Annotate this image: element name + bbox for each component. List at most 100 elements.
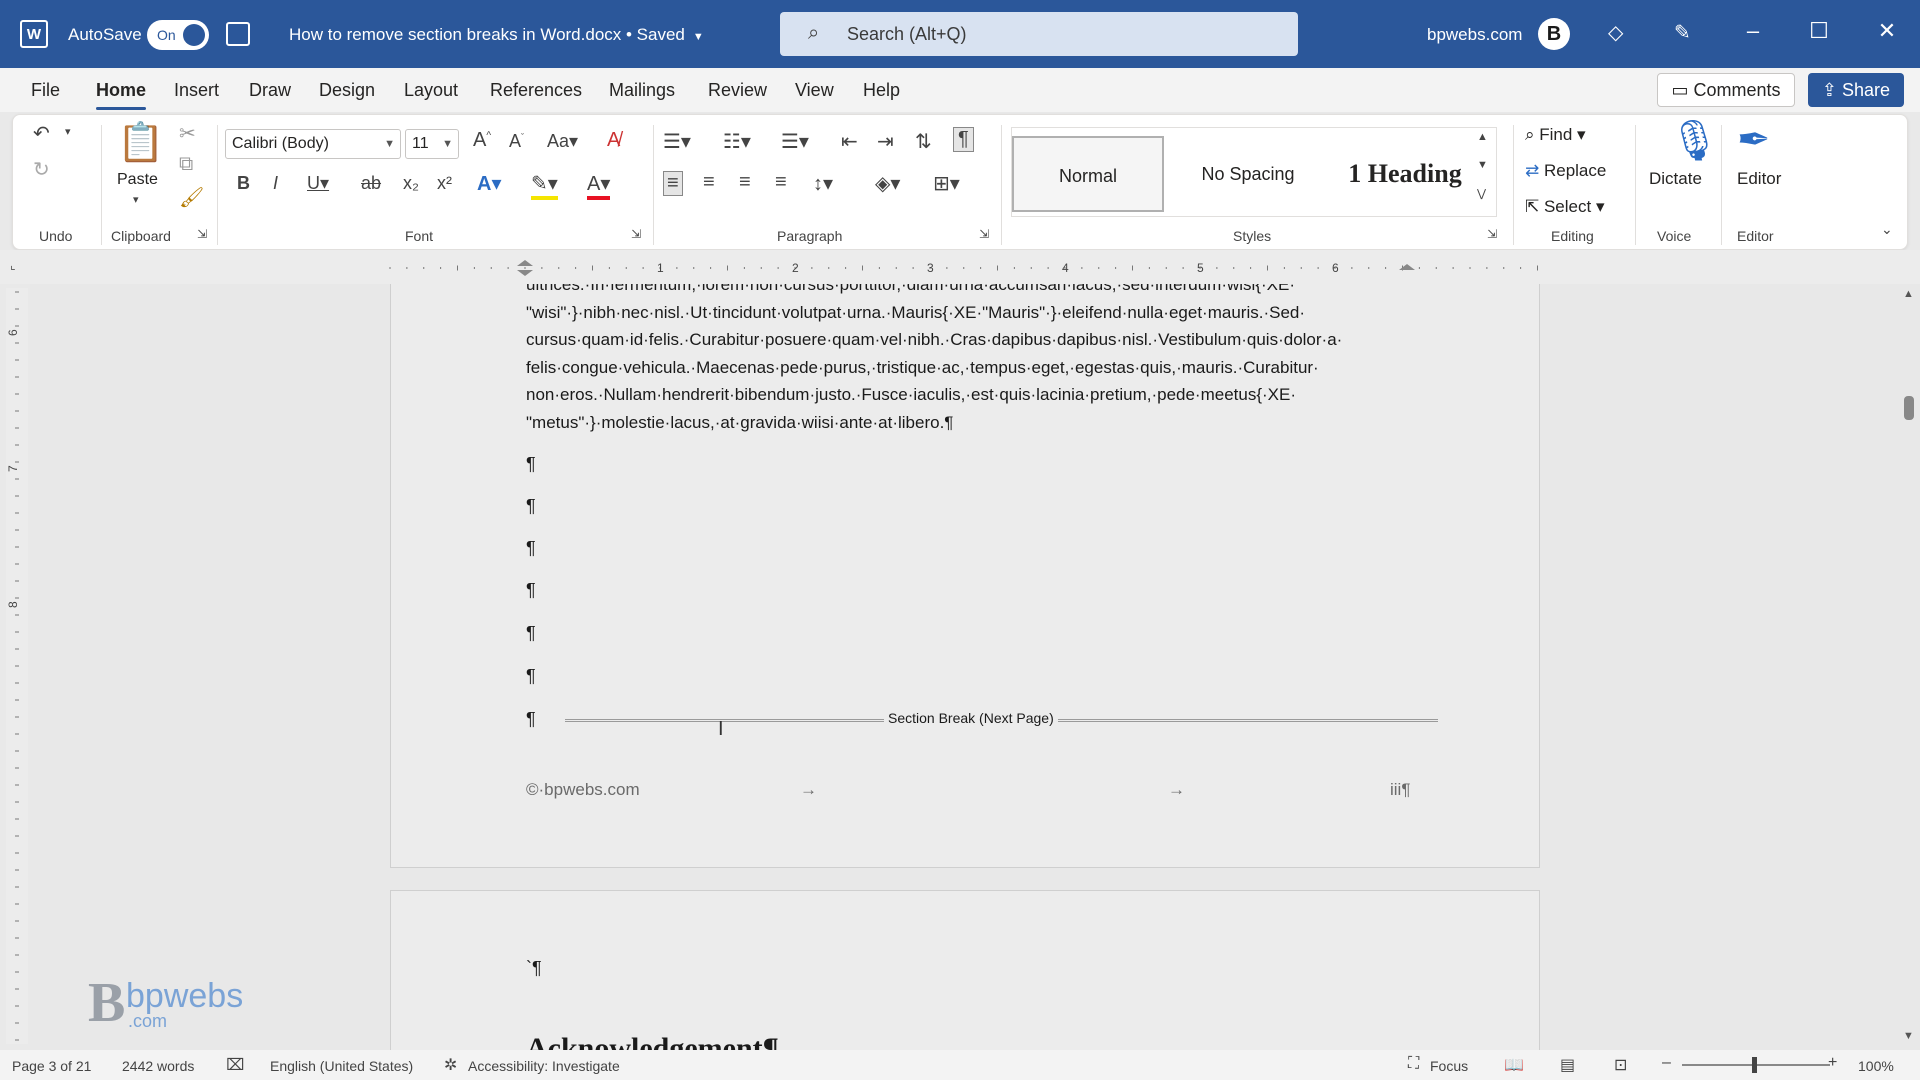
web-layout-icon[interactable]: ⊡ — [1614, 1055, 1627, 1075]
tab-insert[interactable]: Insert — [174, 80, 219, 101]
print-layout-icon[interactable]: ▤ — [1560, 1055, 1575, 1075]
grow-font-icon[interactable]: A^ — [473, 129, 491, 152]
shrink-font-icon[interactable]: Aˇ — [509, 131, 524, 152]
word-count[interactable]: 2442 words — [122, 1058, 194, 1074]
paragraph-mark[interactable]: ¶ — [526, 666, 536, 687]
clipboard-launcher-icon[interactable]: ⇲ — [197, 227, 207, 241]
zoom-out-icon[interactable]: – — [1662, 1054, 1671, 1072]
decrease-indent-icon[interactable]: ⇤ — [841, 129, 858, 154]
paragraph-mark[interactable]: ¶ — [526, 623, 536, 644]
underline-icon[interactable]: U▾ — [307, 173, 329, 194]
style-heading-1[interactable]: 1 Heading — [1330, 136, 1480, 212]
styles-more-icon[interactable]: ⋁ — [1477, 187, 1486, 200]
page-count[interactable]: Page 3 of 21 — [12, 1058, 91, 1074]
borders-icon[interactable]: ⊞▾ — [933, 171, 960, 196]
footer-left[interactable]: ©·bpwebs.com — [526, 780, 640, 800]
vertical-ruler[interactable]: 6 7 8 — [6, 288, 28, 1044]
diamond-icon[interactable]: ◇ — [1608, 20, 1623, 45]
pen-icon[interactable]: ✎ — [1674, 20, 1691, 45]
tab-mailings[interactable]: Mailings — [609, 80, 675, 101]
paragraph-mark[interactable]: `¶ — [526, 958, 542, 979]
redo-icon[interactable]: ↻ — [33, 157, 50, 182]
zoom-slider-thumb[interactable] — [1752, 1057, 1757, 1073]
zoom-level[interactable]: 100% — [1858, 1058, 1894, 1074]
subscript-icon[interactable]: x₂ — [403, 173, 419, 194]
comments-button[interactable]: ▭ Comments — [1657, 73, 1795, 107]
avatar[interactable]: B — [1538, 18, 1570, 50]
language[interactable]: English (United States) — [270, 1058, 413, 1074]
proofing-icon[interactable]: ⌧ — [226, 1055, 244, 1075]
editor-pen-icon[interactable]: ✒ — [1737, 117, 1771, 163]
paragraph-mark[interactable]: ¶ — [526, 538, 536, 559]
shading-icon[interactable]: ◈▾ — [875, 171, 900, 196]
replace-button[interactable]: ⇄ Replace — [1525, 161, 1606, 181]
styles-launcher-icon[interactable]: ⇲ — [1487, 227, 1497, 241]
share-button[interactable]: ⇪ Share — [1808, 73, 1904, 107]
style-no-spacing[interactable]: No Spacing — [1172, 136, 1324, 212]
horizontal-ruler[interactable]: 1 2 3 4 5 6 — [385, 260, 1540, 276]
align-center-icon[interactable]: ≡ — [703, 171, 715, 194]
highlight-icon[interactable]: ✎▾ — [531, 171, 558, 200]
styles-scroll-up-icon[interactable]: ▲ — [1477, 131, 1488, 143]
undo-dropdown-icon[interactable]: ▾ — [65, 125, 71, 138]
tab-help[interactable]: Help — [863, 80, 900, 101]
document-canvas[interactable]: ultrices.·In·fermentum,·lorem·non·cursus… — [30, 284, 1900, 1050]
bold-icon[interactable]: B — [237, 173, 250, 194]
tab-review[interactable]: Review — [708, 80, 767, 101]
zoom-slider[interactable] — [1682, 1057, 1830, 1073]
scroll-down-icon[interactable]: ▼ — [1903, 1030, 1914, 1042]
format-painter-icon[interactable]: 🖌 — [179, 185, 204, 210]
dictate-label[interactable]: Dictate — [1649, 169, 1702, 189]
paste-dropdown-icon[interactable]: ▾ — [133, 193, 139, 206]
styles-scroll-down-icon[interactable]: ▼ — [1477, 159, 1488, 171]
read-mode-icon[interactable]: 📖 — [1504, 1055, 1524, 1075]
tab-layout[interactable]: Layout — [404, 80, 458, 101]
paragraph-mark[interactable]: ¶ — [526, 496, 536, 517]
font-color-icon[interactable]: A▾ — [587, 171, 611, 200]
scrollbar-thumb[interactable] — [1904, 396, 1914, 420]
vertical-scrollbar[interactable]: ▲ ▼ — [1898, 284, 1920, 1050]
paste-label[interactable]: Paste — [117, 171, 158, 189]
font-launcher-icon[interactable]: ⇲ — [631, 227, 641, 241]
search-box[interactable]: ⌕ Search (Alt+Q) — [780, 12, 1298, 56]
change-case-icon[interactable]: Aa▾ — [547, 131, 578, 152]
focus-button[interactable]: Focus — [1430, 1058, 1468, 1074]
tab-file[interactable]: File — [31, 80, 60, 101]
numbering-icon[interactable]: ☷▾ — [723, 129, 751, 154]
paragraph-mark[interactable]: ¶ — [526, 454, 536, 475]
cut-icon[interactable]: ✂ — [179, 121, 196, 146]
footer-page-number[interactable]: iii¶ — [1390, 780, 1410, 800]
line-spacing-icon[interactable]: ↕▾ — [813, 171, 833, 196]
copy-icon[interactable]: ⧉ — [179, 153, 193, 176]
paragraph-launcher-icon[interactable]: ⇲ — [979, 227, 989, 241]
bullets-icon[interactable]: ☰▾ — [663, 129, 691, 154]
page-4[interactable] — [390, 890, 1540, 1050]
align-right-icon[interactable]: ≡ — [739, 171, 751, 194]
font-size-combo[interactable]: 11 ▼ — [405, 129, 459, 159]
justify-icon[interactable]: ≡ — [775, 171, 787, 194]
font-name-combo[interactable]: Calibri (Body) ▼ — [225, 129, 401, 159]
close-icon[interactable]: ✕ — [1872, 18, 1902, 44]
scroll-up-icon[interactable]: ▲ — [1903, 288, 1914, 300]
collapse-ribbon-icon[interactable]: ⌄ — [1881, 221, 1893, 238]
tab-selector-icon[interactable]: ⌞ — [10, 258, 16, 272]
find-button[interactable]: ⌕ Find ▾ — [1525, 125, 1586, 145]
sort-icon[interactable]: ⇅ — [915, 129, 932, 154]
account-name[interactable]: bpwebs.com — [1427, 25, 1522, 45]
tab-design[interactable]: Design — [319, 80, 375, 101]
select-button[interactable]: ⇱ Select ▾ — [1525, 197, 1604, 217]
strikethrough-icon[interactable]: ab — [361, 173, 381, 194]
save-icon[interactable] — [226, 22, 250, 46]
show-formatting-icon[interactable]: ¶ — [953, 127, 974, 152]
autosave-toggle[interactable]: On — [147, 20, 209, 50]
paragraph-mark[interactable]: ¶ — [526, 709, 536, 730]
italic-icon[interactable]: I — [273, 173, 278, 194]
accessibility-status[interactable]: Accessibility: Investigate — [468, 1058, 620, 1074]
maximize-icon[interactable]: ☐ — [1804, 18, 1834, 44]
superscript-icon[interactable]: x² — [437, 173, 452, 194]
align-left-icon[interactable]: ≡ — [663, 171, 683, 196]
microphone-icon[interactable]: 🎙 — [1669, 117, 1720, 164]
zoom-in-icon[interactable]: + — [1828, 1054, 1837, 1072]
body-paragraph[interactable]: ultrices.·In·fermentum,·lorem·non·cursus… — [526, 284, 1440, 436]
paste-icon[interactable]: 📋 — [117, 121, 164, 165]
